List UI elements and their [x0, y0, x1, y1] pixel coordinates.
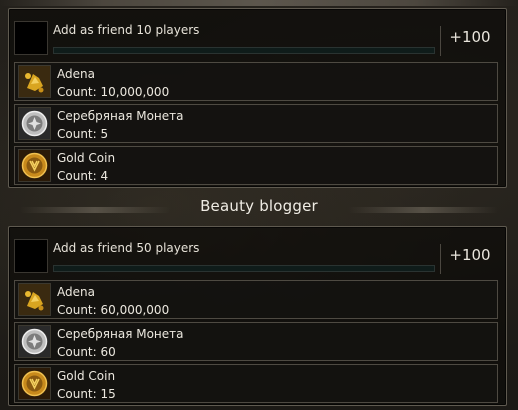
achievement-title: Beauty blogger — [200, 197, 318, 215]
achievement-panel-2: Add as friend 50 players +100 Adena Coun… — [8, 226, 507, 406]
quest-label: Add as friend 10 players — [53, 23, 200, 37]
quest-icon — [14, 239, 48, 273]
reward-item-name: Adena — [57, 67, 95, 81]
quest-divider — [440, 244, 441, 274]
quest-reward-points: +100 — [449, 246, 491, 264]
reward-item-count: Count: 60,000,000 — [57, 303, 170, 317]
reward-item-count: Count: 10,000,000 — [57, 85, 170, 99]
quest-row: Add as friend 50 players +100 — [9, 227, 506, 277]
reward-item-name: Серебряная Монета — [57, 109, 184, 123]
top-divider — [0, 0, 518, 6]
reward-item-adena[interactable]: Adena Count: 60,000,000 — [14, 280, 498, 319]
quest-progress-bar — [53, 265, 435, 272]
gold-coin-icon — [18, 367, 51, 400]
reward-item-count: Count: 4 — [57, 169, 109, 183]
adena-icon — [18, 65, 51, 98]
gold-coin-icon — [18, 149, 51, 182]
quest-row: Add as friend 10 players +100 — [9, 9, 506, 59]
reward-item-name: Adena — [57, 285, 95, 299]
achievement-panel-1: Add as friend 10 players +100 Adena Coun… — [8, 8, 507, 188]
quest-icon — [14, 21, 48, 55]
reward-item-count: Count: 60 — [57, 345, 116, 359]
reward-item-name: Gold Coin — [57, 151, 116, 165]
reward-item-silver-coin[interactable]: Серебряная Монета Count: 5 — [14, 104, 498, 143]
silver-coin-icon — [18, 107, 51, 140]
silver-coin-icon — [18, 325, 51, 358]
reward-item-count: Count: 15 — [57, 387, 116, 401]
reward-item-adena[interactable]: Adena Count: 10,000,000 — [14, 62, 498, 101]
reward-item-gold-coin[interactable]: Gold Coin Count: 4 — [14, 146, 498, 185]
quest-progress-bar — [53, 47, 435, 54]
reward-item-name: Gold Coin — [57, 369, 116, 383]
reward-item-count: Count: 5 — [57, 127, 109, 141]
quest-label: Add as friend 50 players — [53, 241, 200, 255]
quest-reward-points: +100 — [449, 28, 491, 46]
reward-item-name: Серебряная Монета — [57, 327, 184, 341]
adena-icon — [18, 283, 51, 316]
reward-item-gold-coin[interactable]: Gold Coin Count: 15 — [14, 364, 498, 403]
reward-item-silver-coin[interactable]: Серебряная Монета Count: 60 — [14, 322, 498, 361]
quest-divider — [440, 26, 441, 56]
